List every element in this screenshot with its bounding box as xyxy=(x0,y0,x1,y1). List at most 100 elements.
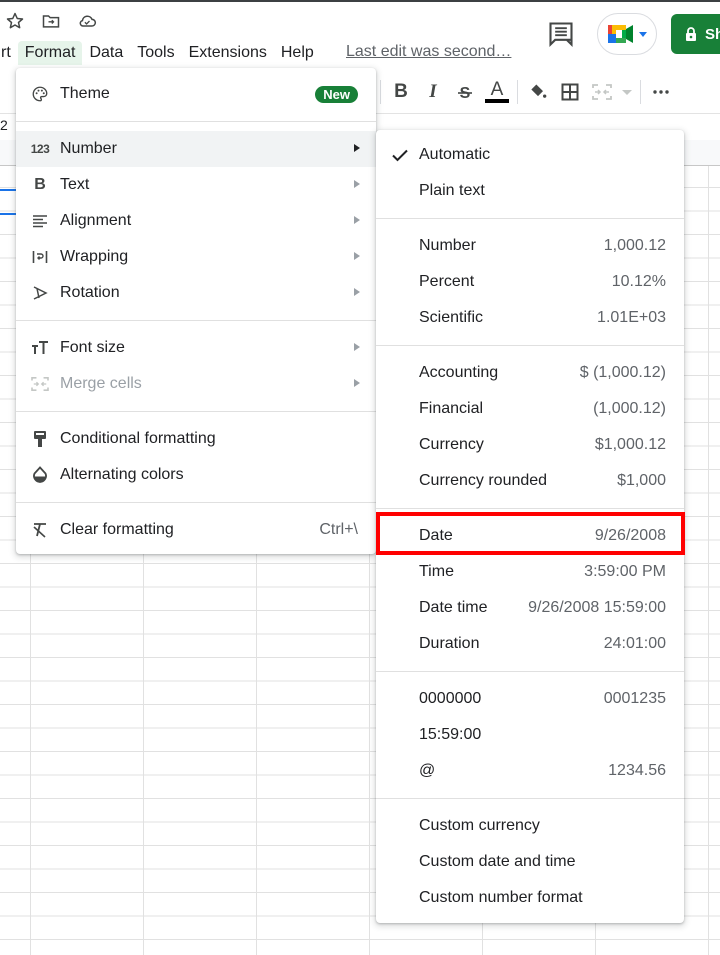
keyboard-shortcut: Ctrl+\ xyxy=(319,521,358,538)
cloud-saved-icon[interactable] xyxy=(76,10,98,32)
submenu-arrow-icon xyxy=(354,288,360,296)
menu-item-number[interactable]: 123 Number xyxy=(16,131,376,167)
menu-separator xyxy=(16,502,376,503)
merge-dropdown[interactable] xyxy=(618,76,636,108)
format-example: 1234.56 xyxy=(608,762,666,779)
format-label: Plain text xyxy=(419,182,485,199)
number-format-custom-number[interactable]: Custom number format xyxy=(376,880,684,916)
menu-item-text[interactable]: B Text xyxy=(16,167,376,203)
menu-item-clear-formatting[interactable]: Clear formatting Ctrl+\ xyxy=(16,512,376,548)
menu-separator xyxy=(16,320,376,321)
menu-item-alternating-colors[interactable]: Alternating colors xyxy=(16,457,376,493)
lock-icon xyxy=(686,27,696,41)
comment-history-icon[interactable] xyxy=(547,20,575,48)
menu-item-wrapping[interactable]: Wrapping xyxy=(16,239,376,275)
more-button[interactable] xyxy=(645,76,677,108)
meet-dropdown-icon xyxy=(639,31,647,37)
format-label: Accounting xyxy=(419,364,499,381)
menu-item-theme[interactable]: Theme New xyxy=(16,76,376,112)
strikethrough-button[interactable]: S xyxy=(449,76,481,108)
menu-item-rotation[interactable]: Rotation xyxy=(16,275,376,311)
menu-item-label: Rotation xyxy=(60,284,120,301)
number-format-time[interactable]: Time 3:59:00 PM xyxy=(376,554,684,590)
menu-item-merge-cells[interactable]: Merge cells xyxy=(16,366,376,402)
number-format-plain-text[interactable]: Plain text xyxy=(376,173,684,209)
menu-item-font-size[interactable]: Font size xyxy=(16,330,376,366)
last-edit-link[interactable]: Last edit was second… xyxy=(346,43,511,61)
format-label: Custom date and time xyxy=(419,853,576,870)
number-format-accounting[interactable]: Accounting $ (1,000.12) xyxy=(376,355,684,391)
selection-border-bottom xyxy=(0,213,16,215)
text-color-icon: A xyxy=(490,79,504,100)
menu-item-label: Font size xyxy=(60,339,125,356)
bold-icon: B xyxy=(394,81,408,102)
format-example: $ (1,000.12) xyxy=(579,364,666,381)
number-format-automatic[interactable]: Automatic xyxy=(376,137,684,173)
number-format-currency-rounded[interactable]: Currency rounded $1,000 xyxy=(376,463,684,499)
text-wrap-icon xyxy=(30,247,50,267)
selection-border-top xyxy=(0,189,16,191)
number-format-date-time[interactable]: Date time 9/26/2008 15:59:00 xyxy=(376,590,684,626)
borders-button[interactable] xyxy=(554,76,586,108)
bold-button[interactable]: B xyxy=(385,76,417,108)
submenu-arrow-icon xyxy=(354,144,360,152)
menu-item-label: Merge cells xyxy=(60,375,142,392)
number-format-percent[interactable]: Percent 10.12% xyxy=(376,264,684,300)
menu-format[interactable]: Format xyxy=(17,41,83,65)
number-123-icon: 123 xyxy=(30,142,50,156)
menu-item-label: Theme xyxy=(60,85,110,102)
menu-extensions[interactable]: Extensions xyxy=(182,41,274,65)
format-label: Number xyxy=(419,237,476,254)
menu-separator xyxy=(16,121,376,122)
submenu-arrow-icon xyxy=(354,216,360,224)
checkmark-icon xyxy=(390,145,410,165)
format-example: $1,000 xyxy=(617,472,666,489)
number-format-custom-date-time[interactable]: Custom date and time xyxy=(376,844,684,880)
format-label: Financial xyxy=(419,400,484,417)
share-button[interactable]: Sh xyxy=(671,14,720,54)
menu-item-conditional-formatting[interactable]: Conditional formatting xyxy=(16,421,376,457)
menu-insert[interactable]: rt xyxy=(0,41,18,65)
merge-cells-icon xyxy=(592,84,612,100)
menu-separator xyxy=(376,218,684,219)
menu-separator xyxy=(376,798,684,799)
menu-item-label: Clear formatting xyxy=(60,521,174,538)
text-color-swatch xyxy=(485,99,509,103)
number-format-financial[interactable]: Financial (1,000.12) xyxy=(376,391,684,427)
format-label: Time xyxy=(419,563,454,580)
menu-tools[interactable]: Tools xyxy=(130,41,181,65)
number-format-custom-text[interactable]: @ 1234.56 xyxy=(376,753,684,789)
new-badge: New xyxy=(315,85,358,103)
merge-cells-button[interactable] xyxy=(586,76,618,108)
format-example: 1.01E+03 xyxy=(597,309,666,326)
star-icon[interactable] xyxy=(4,10,26,32)
fill-color-icon xyxy=(531,84,547,98)
text-color-button[interactable]: A xyxy=(481,76,513,108)
italic-button[interactable]: I xyxy=(417,76,449,108)
move-to-folder-icon[interactable] xyxy=(40,10,62,32)
meet-button[interactable] xyxy=(597,13,657,55)
format-example: $1,000.12 xyxy=(594,436,666,453)
menu-data[interactable]: Data xyxy=(82,41,130,65)
borders-icon xyxy=(561,83,579,101)
menu-item-label: Wrapping xyxy=(60,248,129,265)
date-highlight-annotation xyxy=(376,512,685,555)
number-format-duration[interactable]: Duration 24:01:00 xyxy=(376,626,684,662)
menu-bar: rt Format Data Tools Extensions Help xyxy=(0,40,321,66)
menu-help[interactable]: Help xyxy=(274,41,321,65)
fill-color-button[interactable] xyxy=(522,76,554,108)
format-label: Percent xyxy=(419,273,475,290)
number-format-custom-zeros[interactable]: 0000000 0001235 xyxy=(376,681,684,717)
number-format-scientific[interactable]: Scientific 1.01E+03 xyxy=(376,300,684,336)
format-label: Custom number format xyxy=(419,889,583,906)
number-format-number[interactable]: Number 1,000.12 xyxy=(376,228,684,264)
number-format-custom-currency[interactable]: Custom currency xyxy=(376,808,684,844)
submenu-arrow-icon xyxy=(354,252,360,260)
toolbar-separator xyxy=(640,80,641,104)
format-label: 0000000 xyxy=(419,690,482,707)
palette-icon xyxy=(30,84,50,104)
more-icon xyxy=(653,90,669,94)
menu-item-alignment[interactable]: Alignment xyxy=(16,203,376,239)
number-format-custom-time[interactable]: 15:59:00 xyxy=(376,717,684,753)
number-format-currency[interactable]: Currency $1,000.12 xyxy=(376,427,684,463)
